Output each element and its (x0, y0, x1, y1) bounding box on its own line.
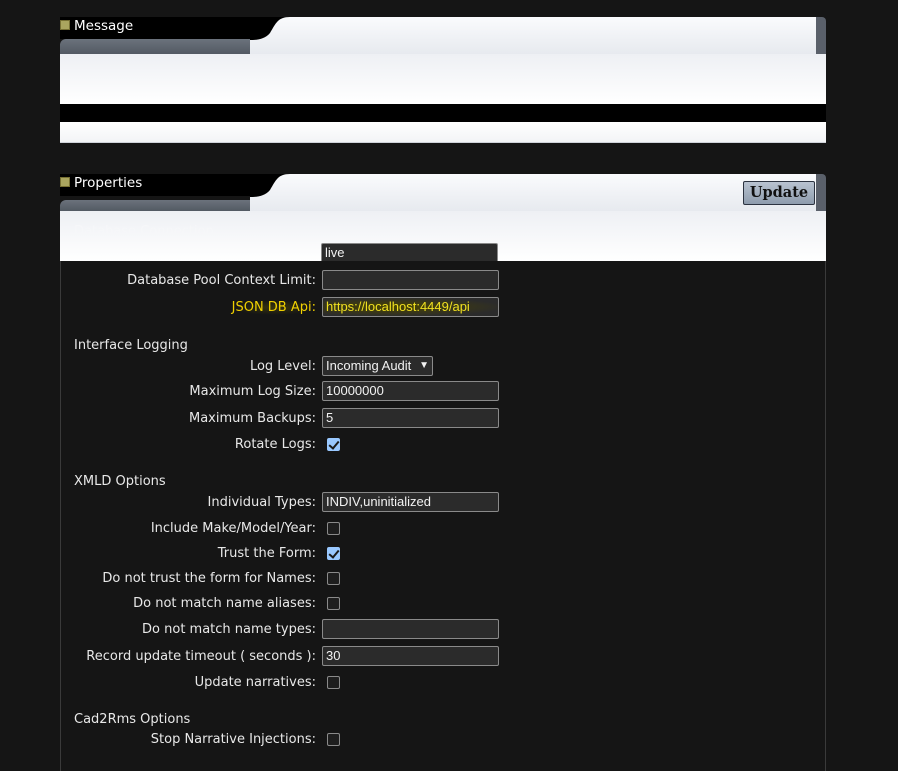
max-log-size-row: Maximum Log Size: 10000000 (61, 381, 827, 403)
no-match-aliases-label: Do not match name aliases: (133, 596, 316, 611)
message-tab-curve (250, 17, 290, 40)
message-content-strip (60, 104, 826, 122)
message-panel-title: Message (74, 18, 134, 34)
record-timeout-input[interactable]: 30 (322, 646, 499, 666)
stop-injections-label: Stop Narrative Injections: (150, 732, 316, 747)
json-api-row: JSON DB Api: https://localhost:4449/api (61, 297, 827, 319)
update-narratives-row: Update narratives: (61, 672, 827, 694)
properties-panel-edge (816, 174, 826, 211)
no-trust-names-row: Do not trust the form for Names: (61, 568, 827, 590)
interface-logging-heading: Interface Logging (74, 338, 188, 353)
no-match-aliases-row: Do not match name aliases: (61, 593, 827, 615)
individual-types-input[interactable]: INDIV,uninitialized (322, 492, 499, 512)
message-panel: Message (60, 17, 826, 143)
max-backups-input[interactable]: 5 (322, 408, 499, 428)
log-level-select[interactable]: Incoming Audit ▼ (322, 356, 433, 376)
no-match-types-row: Do not match name types: (61, 619, 827, 641)
record-timeout-label: Record update timeout ( seconds ): (86, 649, 316, 664)
include-mmy-label: Include Make/Model/Year: (150, 521, 316, 536)
pool-limit-row: Database Pool Context Limit: (61, 270, 827, 292)
log-level-value: Incoming Audit (326, 358, 412, 373)
message-panel-header (250, 17, 816, 54)
no-trust-names-label: Do not trust the form for Names: (102, 571, 316, 586)
chevron-down-icon: ▼ (419, 360, 429, 371)
panel-bullet-icon (60, 177, 70, 187)
no-match-aliases-checkbox[interactable] (327, 597, 340, 610)
cad2rms-options-heading: Cad2Rms Options (74, 712, 191, 727)
individual-types-row: Individual Types: INDIV,uninitialized (61, 492, 827, 514)
pool-limit-label: Database Pool Context Limit: (127, 273, 316, 288)
pool-limit-input[interactable] (322, 270, 499, 290)
no-match-types-label: Do not match name types: (142, 622, 316, 637)
message-tab-underbar (60, 39, 250, 54)
log-level-row: Log Level: Incoming Audit ▼ (61, 356, 827, 378)
properties-form: Database Pool Context Limit: JSON DB Api… (60, 261, 826, 771)
properties-tab: Properties (60, 174, 250, 196)
database-first-input[interactable]: live (321, 243, 498, 263)
properties-panel-header (250, 174, 816, 211)
rotate-logs-row: Rotate Logs: (61, 434, 827, 456)
individual-types-label: Individual Types: (207, 495, 316, 510)
log-level-label: Log Level: (249, 359, 316, 374)
max-backups-row: Maximum Backups: 5 (61, 408, 827, 430)
message-footer (60, 122, 826, 143)
properties-panel-title: Properties (74, 175, 143, 191)
include-mmy-checkbox[interactable] (327, 522, 340, 535)
update-narratives-label: Update narratives: (194, 675, 316, 690)
json-api-label: JSON DB Api: (231, 300, 316, 315)
message-tab: Message (60, 17, 250, 39)
include-mmy-row: Include Make/Model/Year: (61, 518, 827, 540)
rotate-logs-checkbox[interactable] (327, 438, 340, 451)
rotate-logs-label: Rotate Logs: (234, 437, 316, 452)
message-body (60, 54, 826, 104)
xmld-options-heading: XMLD Options (74, 474, 166, 489)
message-panel-edge (816, 17, 826, 54)
update-button[interactable]: Update (743, 181, 815, 205)
trust-form-row: Trust the Form: (61, 543, 827, 565)
max-backups-label: Maximum Backups: (189, 411, 316, 426)
no-trust-names-checkbox[interactable] (327, 572, 340, 585)
json-api-input[interactable]: https://localhost:4449/api (322, 297, 499, 317)
no-match-types-input[interactable] (322, 619, 499, 639)
update-narratives-checkbox[interactable] (327, 676, 340, 689)
panel-bullet-icon (60, 20, 70, 30)
max-log-size-label: Maximum Log Size: (189, 384, 316, 399)
trust-form-checkbox[interactable] (327, 547, 340, 560)
properties-tab-underbar (60, 200, 250, 211)
database-connection-heading: Database Connection (74, 224, 214, 239)
stop-injections-row: Stop Narrative Injections: (61, 729, 827, 751)
max-log-size-input[interactable]: 10000000 (322, 381, 499, 401)
record-timeout-row: Record update timeout ( seconds ): 30 (61, 646, 827, 668)
trust-form-label: Trust the Form: (217, 546, 316, 561)
stop-injections-checkbox[interactable] (327, 733, 340, 746)
properties-tab-curve (250, 174, 290, 197)
